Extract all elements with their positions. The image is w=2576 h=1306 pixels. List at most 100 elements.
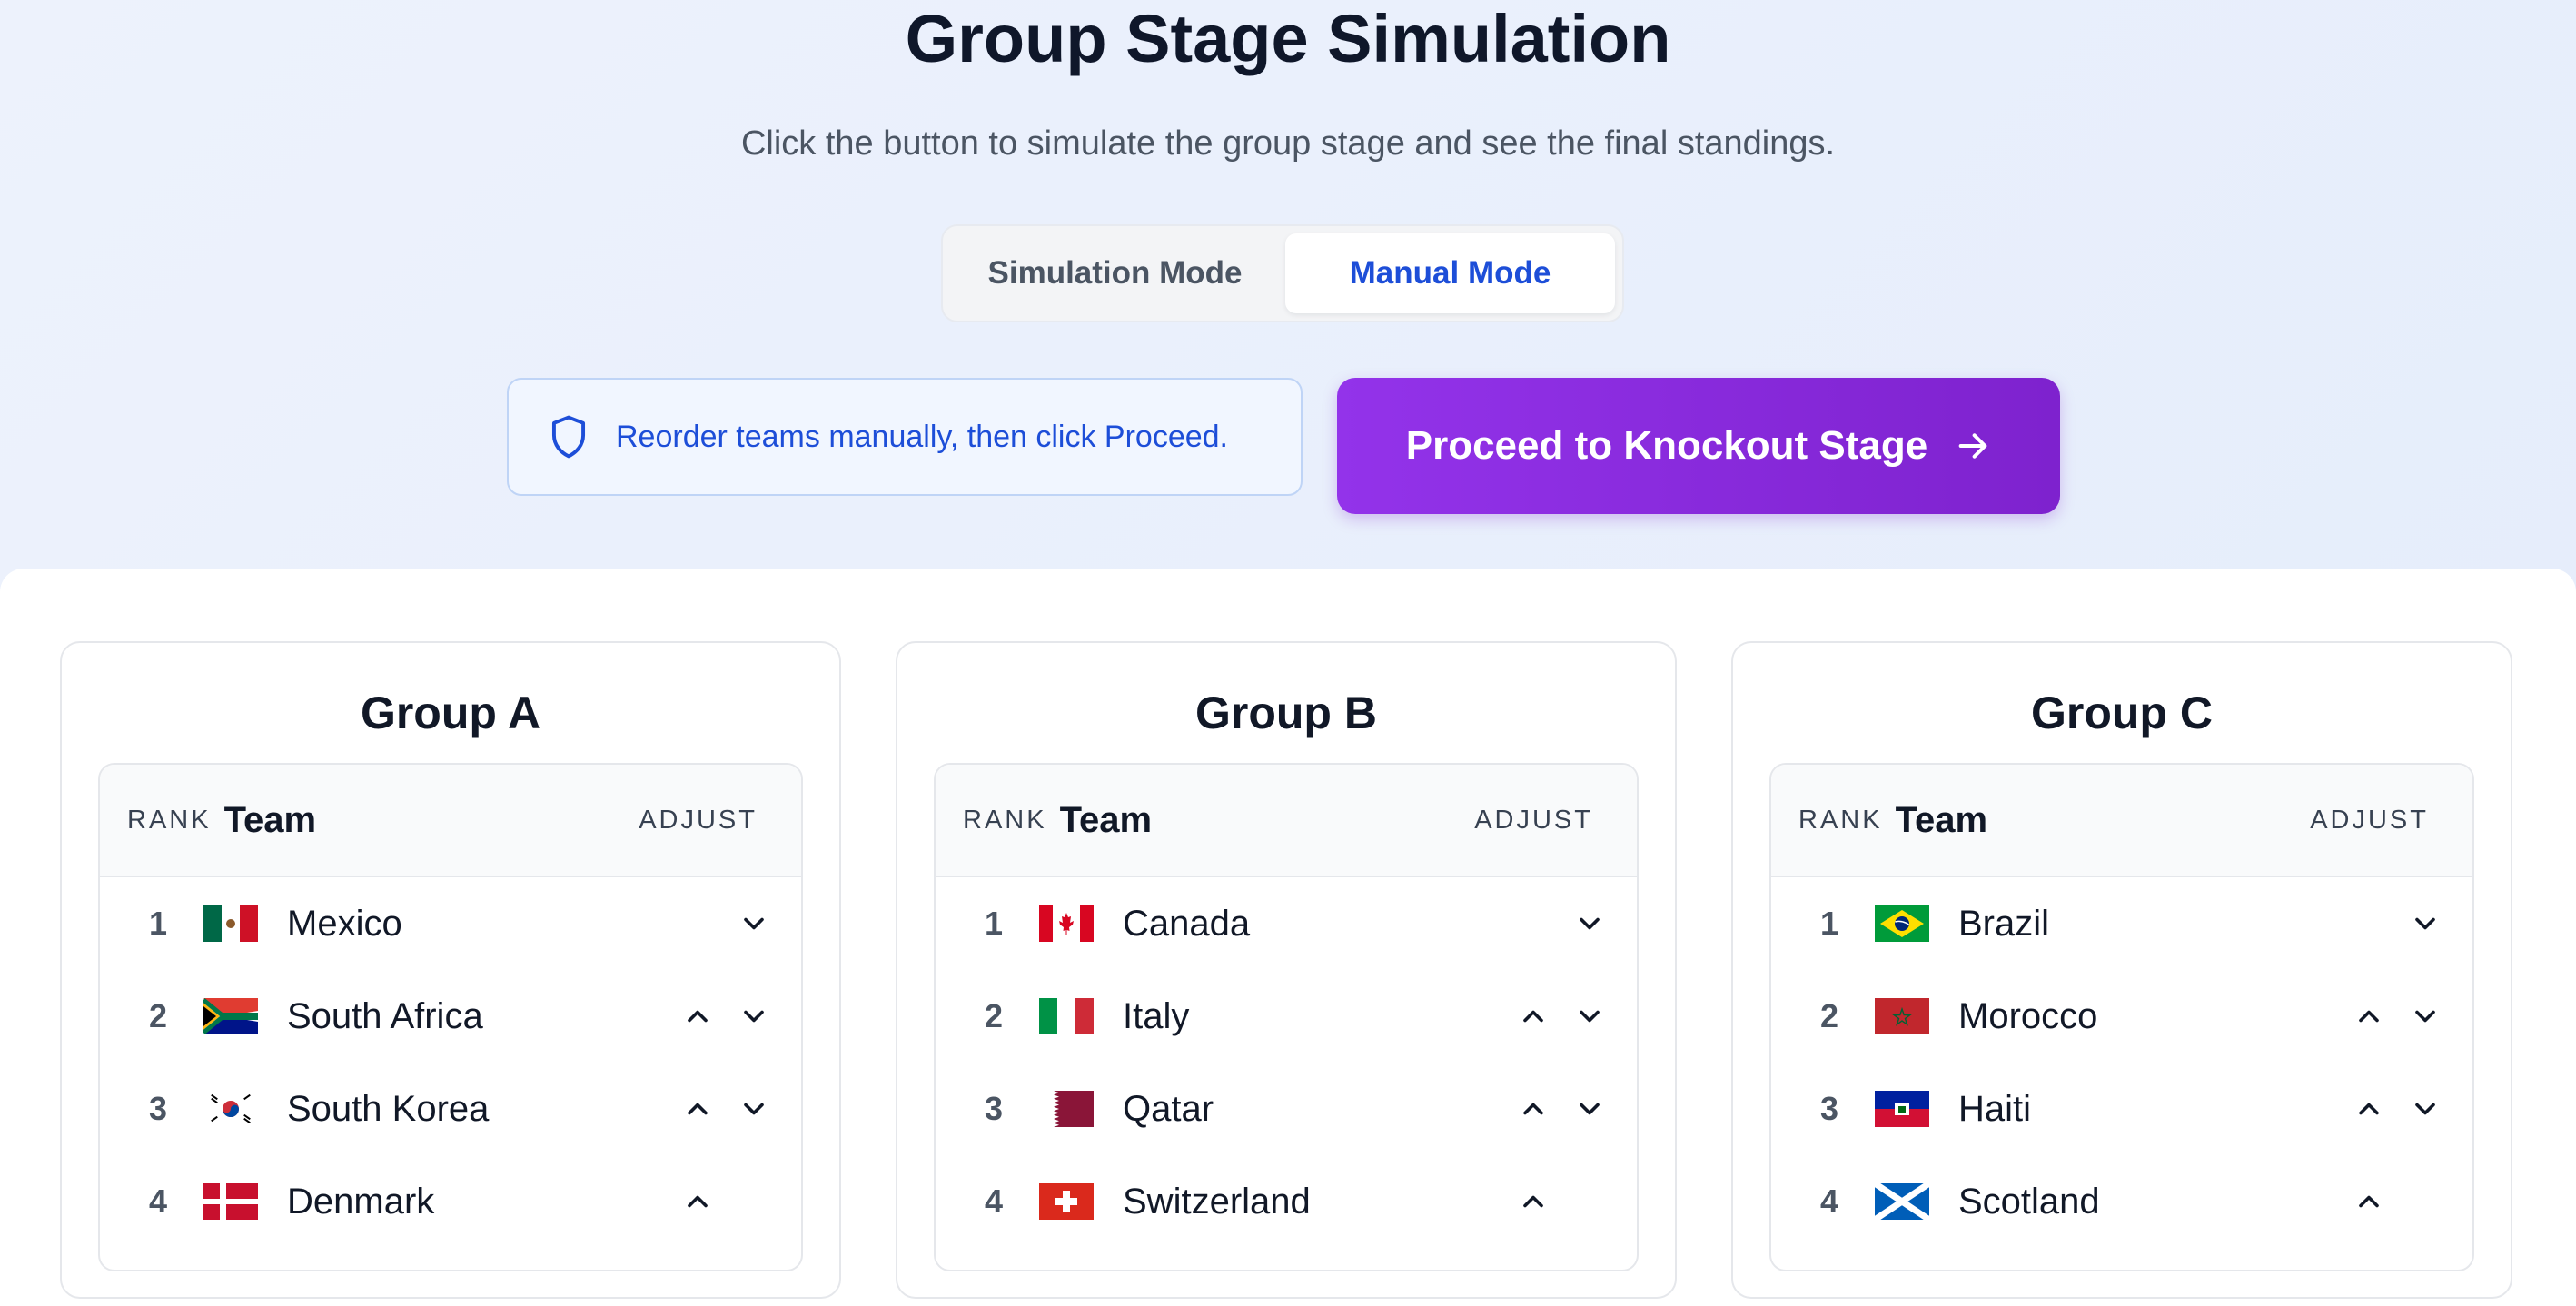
move-up-button[interactable] bbox=[1517, 1185, 1550, 1218]
adjust-header: ADJUST bbox=[1474, 805, 1593, 835]
table-row: 4 Scotland bbox=[1771, 1155, 2472, 1248]
simulation-mode-button[interactable]: Simulation Mode bbox=[950, 233, 1280, 313]
team-name: South Korea bbox=[287, 1088, 490, 1129]
proceed-button-label: Proceed to Knockout Stage bbox=[1405, 423, 1928, 468]
table-row: 1 Brazil bbox=[1771, 877, 2472, 970]
adjust-controls bbox=[1517, 1155, 1606, 1248]
move-up-button[interactable] bbox=[1517, 1093, 1550, 1125]
team-header: Team bbox=[1059, 799, 1153, 840]
rank-number: 3 bbox=[1819, 1090, 1838, 1127]
proceed-to-knockout-button[interactable]: Proceed to Knockout Stage bbox=[1337, 378, 2060, 514]
table-row: 1 Mexico bbox=[100, 877, 801, 970]
hero-section: Group Stage Simulation Click the button … bbox=[0, 0, 2576, 581]
page-title: Group Stage Simulation bbox=[905, 1, 1671, 76]
shield-icon bbox=[549, 414, 589, 460]
table-row: 2 South Africa bbox=[100, 970, 801, 1063]
team-header: Team bbox=[223, 799, 317, 840]
chevron-up-icon bbox=[1517, 1093, 1550, 1125]
mexico-flag-icon bbox=[203, 905, 258, 942]
table-row: 3 Haiti bbox=[1771, 1063, 2472, 1155]
table-header: RANK Team ADJUST bbox=[100, 765, 801, 877]
adjust-controls bbox=[681, 1155, 770, 1248]
chevron-up-icon bbox=[1517, 1000, 1550, 1033]
rank-number: 1 bbox=[148, 905, 167, 942]
adjust-controls bbox=[681, 877, 770, 970]
move-up-button[interactable] bbox=[2353, 1000, 2385, 1033]
move-up-button[interactable] bbox=[2353, 1093, 2385, 1125]
team-name: Canada bbox=[1123, 903, 1251, 944]
move-down-button[interactable] bbox=[1573, 1000, 1606, 1033]
move-down-button[interactable] bbox=[2409, 1000, 2442, 1033]
chevron-down-icon bbox=[738, 907, 770, 940]
move-up-button[interactable] bbox=[1517, 1000, 1550, 1033]
rank-number: 2 bbox=[148, 997, 167, 1034]
adjust-controls bbox=[1517, 1063, 1606, 1155]
move-down-button[interactable] bbox=[2409, 907, 2442, 940]
team-name: South Africa bbox=[287, 995, 483, 1036]
adjust-controls bbox=[2353, 970, 2442, 1063]
switzerland-flag-icon bbox=[1039, 1183, 1094, 1220]
team-name: Switzerland bbox=[1123, 1181, 1311, 1222]
move-down-button[interactable] bbox=[738, 907, 770, 940]
chevron-down-icon bbox=[2409, 1000, 2442, 1033]
rank-number: 4 bbox=[1819, 1182, 1838, 1220]
chevron-up-icon bbox=[681, 1093, 714, 1125]
groups-panel: Group A RANK Team ADJUST 1 Mexico 2 South Afric… bbox=[0, 569, 2576, 1306]
south-africa-flag-icon bbox=[203, 998, 258, 1034]
arrow-right-icon bbox=[1955, 428, 1991, 464]
group-title: Group C bbox=[2031, 688, 2213, 738]
chevron-up-icon bbox=[2353, 1093, 2385, 1125]
table-row: 2 Italy bbox=[936, 970, 1637, 1063]
standings-table: RANK Team ADJUST 1 Canada 2 Italy 3 Qatar 4 Switze… bbox=[934, 763, 1639, 1271]
table-header: RANK Team ADJUST bbox=[1771, 765, 2472, 877]
move-up-button[interactable] bbox=[2353, 1185, 2385, 1218]
qatar-flag-icon bbox=[1039, 1091, 1094, 1127]
group-title: Group A bbox=[360, 688, 541, 738]
rank-number: 1 bbox=[1819, 905, 1838, 942]
standings-table: RANK Team ADJUST 1 Brazil 2 Morocco 3 Haiti 4 Scot… bbox=[1769, 763, 2474, 1271]
italy-flag-icon bbox=[1039, 998, 1094, 1034]
rank-number: 4 bbox=[984, 1182, 1003, 1220]
chevron-down-icon bbox=[738, 1093, 770, 1125]
team-name: Qatar bbox=[1123, 1088, 1214, 1129]
move-up-button[interactable] bbox=[681, 1000, 714, 1033]
chevron-down-icon bbox=[2409, 907, 2442, 940]
move-up-button[interactable] bbox=[681, 1093, 714, 1125]
group-card: Group A RANK Team ADJUST 1 Mexico 2 South Afric… bbox=[60, 641, 841, 1299]
move-down-button[interactable] bbox=[738, 1093, 770, 1125]
rank-number: 2 bbox=[1819, 997, 1838, 1034]
page-subtitle: Click the button to simulate the group s… bbox=[740, 124, 1836, 163]
group-title: Group B bbox=[1195, 688, 1377, 738]
info-banner: Reorder teams manually, then click Proce… bbox=[507, 378, 1303, 496]
chevron-up-icon bbox=[681, 1000, 714, 1033]
group-card: Group B RANK Team ADJUST 1 Canada 2 Italy 3 Qatar… bbox=[896, 641, 1677, 1299]
move-up-button[interactable] bbox=[681, 1185, 714, 1218]
table-row: 1 Canada bbox=[936, 877, 1637, 970]
move-down-button[interactable] bbox=[1573, 907, 1606, 940]
mode-toggle: Simulation Mode Manual Mode bbox=[941, 224, 1624, 322]
adjust-controls bbox=[2353, 1155, 2442, 1248]
move-down-button[interactable] bbox=[1573, 1093, 1606, 1125]
denmark-flag-icon bbox=[203, 1183, 258, 1220]
move-down-button[interactable] bbox=[738, 1000, 770, 1033]
rank-number: 3 bbox=[148, 1090, 167, 1127]
team-name: Italy bbox=[1123, 995, 1190, 1036]
chevron-down-icon bbox=[1573, 907, 1606, 940]
team-name: Mexico bbox=[287, 903, 402, 944]
adjust-header: ADJUST bbox=[2310, 805, 2429, 835]
table-header: RANK Team ADJUST bbox=[936, 765, 1637, 877]
south-korea-flag-icon bbox=[203, 1091, 258, 1127]
manual-mode-button[interactable]: Manual Mode bbox=[1285, 233, 1615, 313]
brazil-flag-icon bbox=[1875, 905, 1929, 942]
team-name: Denmark bbox=[287, 1181, 435, 1222]
canada-flag-icon bbox=[1039, 905, 1094, 942]
chevron-up-icon bbox=[2353, 1000, 2385, 1033]
adjust-controls bbox=[681, 970, 770, 1063]
chevron-down-icon bbox=[2409, 1093, 2442, 1125]
adjust-controls bbox=[681, 1063, 770, 1155]
team-header: Team bbox=[1895, 799, 1988, 840]
move-down-button[interactable] bbox=[2409, 1093, 2442, 1125]
adjust-controls bbox=[1517, 877, 1606, 970]
team-name: Scotland bbox=[1958, 1181, 2100, 1222]
adjust-header: ADJUST bbox=[639, 805, 758, 835]
